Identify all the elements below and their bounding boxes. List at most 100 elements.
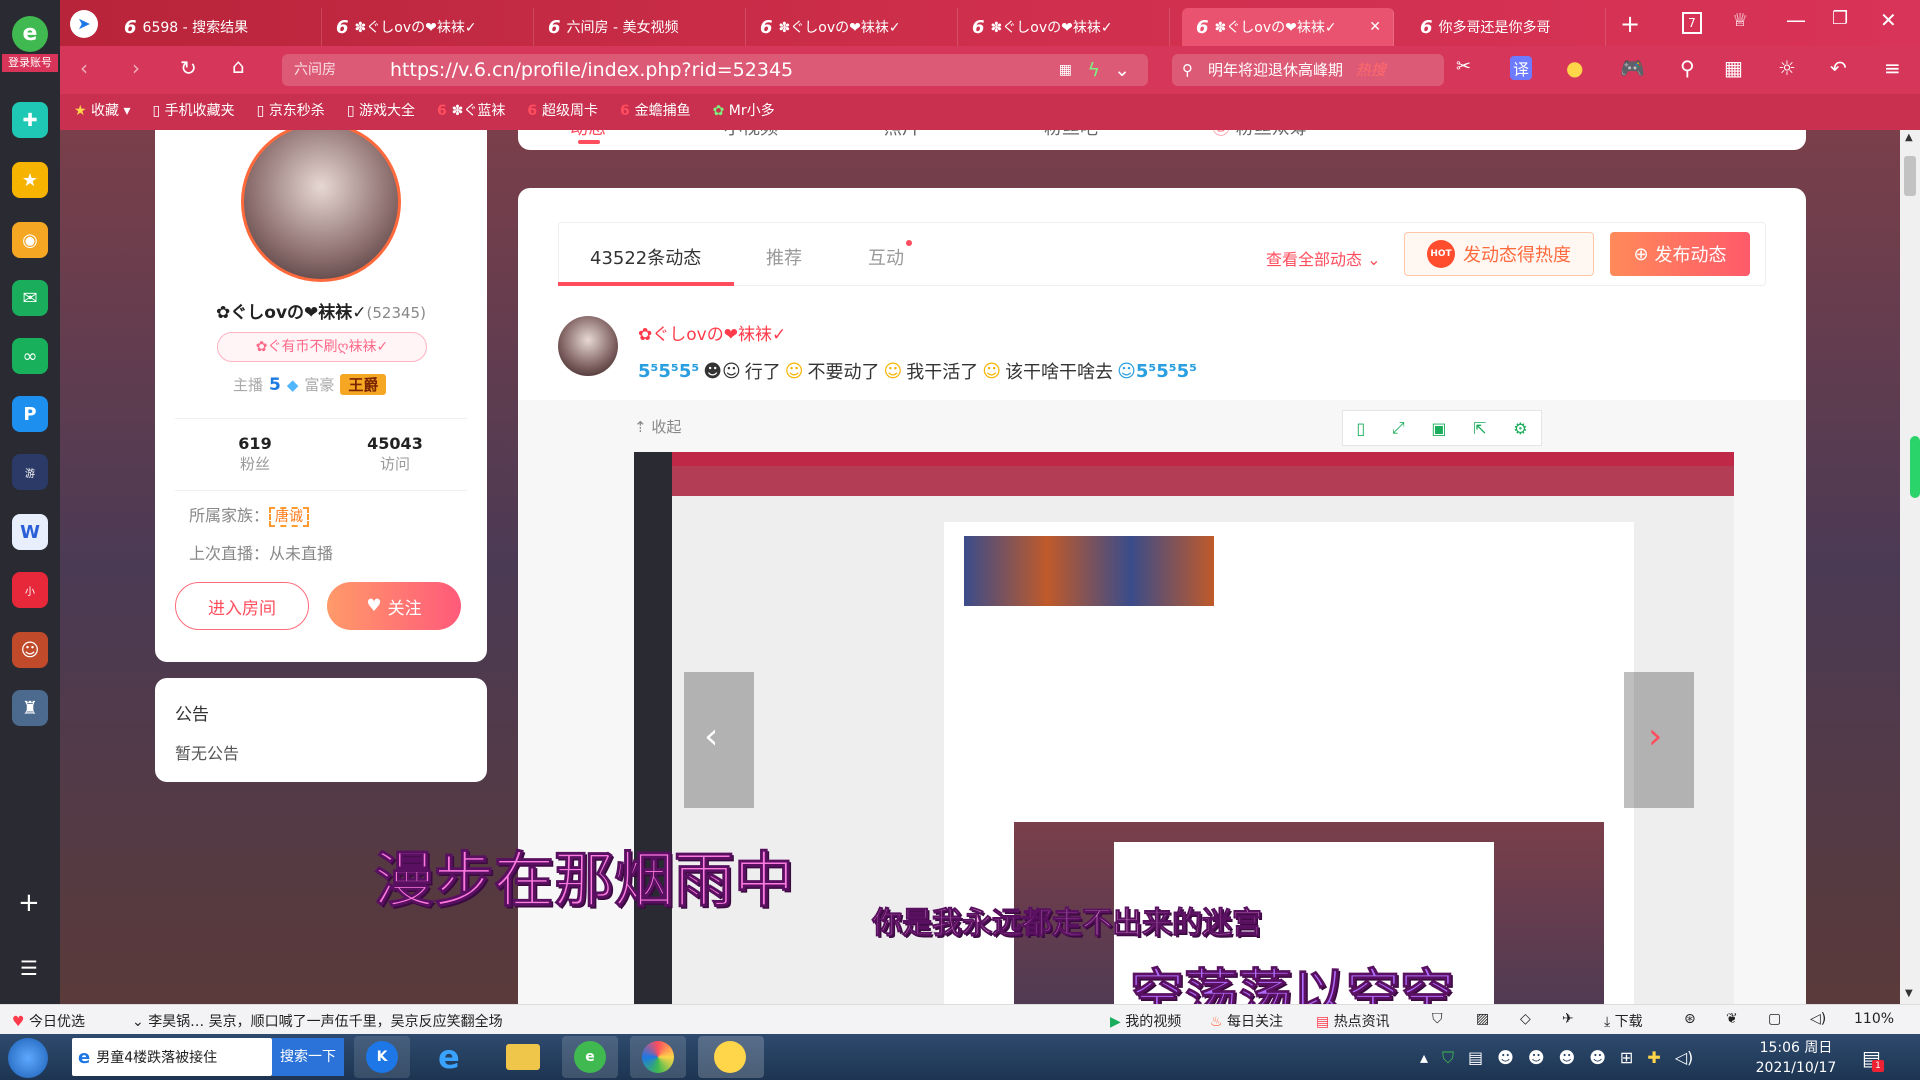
ie-browser-icon[interactable]: e	[424, 1036, 480, 1078]
avatar[interactable]	[241, 130, 401, 282]
brightness-icon[interactable]: ☼	[1778, 56, 1796, 80]
download-link[interactable]: ⤓ 下载	[1604, 1011, 1643, 1031]
app-k-icon[interactable]: K	[354, 1036, 410, 1078]
browser-logo-icon[interactable]: e	[12, 16, 48, 52]
back-icon[interactable]: ‹	[80, 56, 88, 80]
menu-list-icon[interactable]: ☰	[20, 956, 38, 980]
tab-fan-bar[interactable]: 粉丝吧	[1044, 130, 1098, 140]
p-app-icon[interactable]: P	[12, 396, 48, 432]
qr-icon[interactable]: ▦	[1059, 54, 1072, 86]
bookmark-item[interactable]: 6 金蟾捕鱼	[620, 100, 691, 120]
link-icon[interactable]: ∞	[12, 338, 48, 374]
bolt-icon[interactable]: ϟ	[1087, 54, 1100, 86]
apps-grid-icon[interactable]: ▦	[1724, 56, 1743, 80]
close-tab-icon[interactable]: ✕	[1369, 19, 1381, 35]
scissors-icon[interactable]: ✂	[1456, 56, 1471, 77]
add-icon[interactable]: +	[18, 888, 40, 918]
next-image-button[interactable]: ›	[1624, 672, 1694, 808]
tray-qq-icon[interactable]: ☻	[1528, 1048, 1545, 1068]
tray-volume-icon[interactable]: ◁)	[1675, 1048, 1694, 1068]
undo-icon[interactable]: ↶	[1830, 56, 1847, 80]
enter-room-button[interactable]: 进入房间	[175, 582, 309, 630]
volume-icon[interactable]: ◁)	[1810, 1011, 1826, 1027]
mail-icon[interactable]: ✉	[12, 280, 48, 316]
tab-nav-icon[interactable]: ➤	[70, 10, 98, 38]
word-doc-icon[interactable]: W	[12, 514, 48, 550]
tray-arrow-icon[interactable]: ▴	[1420, 1048, 1428, 1068]
fullscreen-icon[interactable]: ⤢	[1392, 418, 1405, 438]
post-avatar[interactable]	[558, 316, 618, 376]
scroll-down-icon[interactable]: ▼	[1905, 988, 1913, 999]
gamepad-icon[interactable]: 🎮	[1620, 56, 1645, 80]
chevron-down-icon[interactable]: ⌄	[1114, 54, 1130, 86]
magnifier-icon[interactable]: ⚲	[1680, 56, 1695, 80]
notification-icon[interactable]: ▤ 1	[1862, 1046, 1884, 1072]
tab-item[interactable]: 6 你多哥还是你多哥	[1406, 8, 1606, 46]
today-picks[interactable]: ♥ 今日优选	[12, 1011, 85, 1031]
minimize-icon[interactable]: —	[1786, 8, 1806, 32]
diamond-icon[interactable]: ◇	[1520, 1011, 1531, 1027]
collapse-link[interactable]: ⇡ 收起	[634, 416, 681, 437]
fit-icon[interactable]: ▯	[1356, 419, 1365, 438]
my-video-link[interactable]: ▶ 我的视频	[1110, 1011, 1181, 1031]
hamburger-menu-icon[interactable]: ≡	[1884, 56, 1901, 80]
coin-icon[interactable]: ●	[1566, 56, 1583, 80]
hot-news-link[interactable]: ▤ 热点资讯	[1316, 1011, 1390, 1031]
taskbar-search-item[interactable]: e 男童4楼跌落被接住	[72, 1038, 272, 1076]
bookmark-item[interactable]: ★ 收藏 ▾	[74, 100, 131, 120]
url-field[interactable]: 六间房 https://v.6.cn/profile/index.php?rid…	[282, 54, 1148, 86]
video-app-icon[interactable]: 小	[12, 572, 48, 608]
follow-button[interactable]: ♥ 关注	[327, 582, 461, 630]
bookmark-item[interactable]: 6 ✽ぐ蓝袜	[437, 100, 505, 120]
weibo-icon[interactable]: ◉	[12, 222, 48, 258]
image-icon[interactable]: ▨	[1476, 1011, 1489, 1027]
feed-tab-recommend[interactable]: 推荐	[766, 244, 802, 270]
page-scrollbar[interactable]: ▲ ▼	[1900, 130, 1920, 1004]
color-app-icon[interactable]	[630, 1036, 686, 1078]
search-input[interactable]: ⚲ 明年将迎退休高峰期 热搜	[1172, 54, 1444, 86]
chick-app-icon[interactable]	[698, 1036, 764, 1078]
bookmark-item[interactable]: 6 超级周卡	[527, 100, 598, 120]
game-app-icon[interactable]: 游	[12, 454, 48, 490]
favorite-star-icon[interactable]: ★	[12, 162, 48, 198]
close-window-icon[interactable]: ✕	[1880, 8, 1897, 32]
clock[interactable]: 15:06 周日 2021/10/17	[1746, 1038, 1846, 1078]
prev-image-button[interactable]: ‹	[684, 672, 754, 808]
tab-dynamics[interactable]: 动态	[570, 130, 606, 140]
castle-game-icon[interactable]: ♜	[12, 690, 48, 726]
refresh-icon[interactable]: ↻	[180, 56, 197, 80]
scroll-thumb[interactable]	[1904, 156, 1916, 196]
family-badge[interactable]: 唐诚	[269, 507, 310, 527]
zoom-level[interactable]: 110%	[1854, 1011, 1894, 1027]
share-icon[interactable]: ⇱	[1473, 419, 1486, 438]
tray-network-icon[interactable]: ⊞	[1620, 1048, 1633, 1068]
feed-tab-count[interactable]: 43522条动态	[590, 244, 701, 270]
daily-follow-link[interactable]: ♨ 每日关注	[1210, 1011, 1283, 1031]
translate-icon[interactable]: 译	[1510, 56, 1533, 80]
tray-shield-icon[interactable]: ⛉	[1442, 1048, 1454, 1068]
taskbar-search-button[interactable]: 搜索一下	[272, 1038, 344, 1076]
character-game-icon[interactable]: ☺	[12, 632, 48, 668]
tray-qq-icon[interactable]: ☻	[1497, 1048, 1514, 1068]
restore-icon[interactable]: ❐	[1832, 8, 1848, 29]
feed-tab-interact[interactable]: 互动	[868, 240, 912, 270]
bookmark-item[interactable]: ▯ 京东秒杀	[257, 100, 325, 120]
start-button[interactable]	[8, 1038, 48, 1078]
forward-icon[interactable]: ›	[132, 56, 140, 80]
skin-icon[interactable]: ♕	[1732, 10, 1748, 31]
bookmark-item[interactable]: ▯ 游戏大全	[347, 100, 415, 120]
settings-gear-icon[interactable]: ⚙	[1513, 419, 1527, 438]
tab-count-badge[interactable]: 7	[1682, 12, 1702, 34]
tab-item[interactable]: 6 ✽ぐしovの❤袜袜✓	[322, 8, 534, 46]
hot-dynamic-button[interactable]: HOT 发动态得热度	[1404, 232, 1594, 276]
scroll-up-icon[interactable]: ▲	[1905, 132, 1913, 143]
shield-icon[interactable]: ⛉	[1432, 1011, 1443, 1027]
tab-item[interactable]: 6 ✽ぐしovの❤袜袜✓	[958, 8, 1170, 46]
bookmark-item[interactable]: ▯ 手机收藏夹	[153, 100, 235, 120]
tab-item[interactable]: 6 6598 - 搜索结果	[110, 8, 322, 46]
post-author[interactable]: ✿ぐしovの❤袜袜✓	[638, 320, 786, 345]
leaf-icon[interactable]: ❦	[1726, 1011, 1738, 1027]
tray-qq-icon[interactable]: ☻	[1589, 1048, 1606, 1068]
tab-item-active[interactable]: 6 ✽ぐしovの❤袜袜✓ ✕	[1182, 8, 1394, 46]
news-ticker[interactable]: ⌄ 李昊锅… 吴京，顺口喊了一声伍千里，吴京反应笑翻全场	[132, 1011, 503, 1031]
